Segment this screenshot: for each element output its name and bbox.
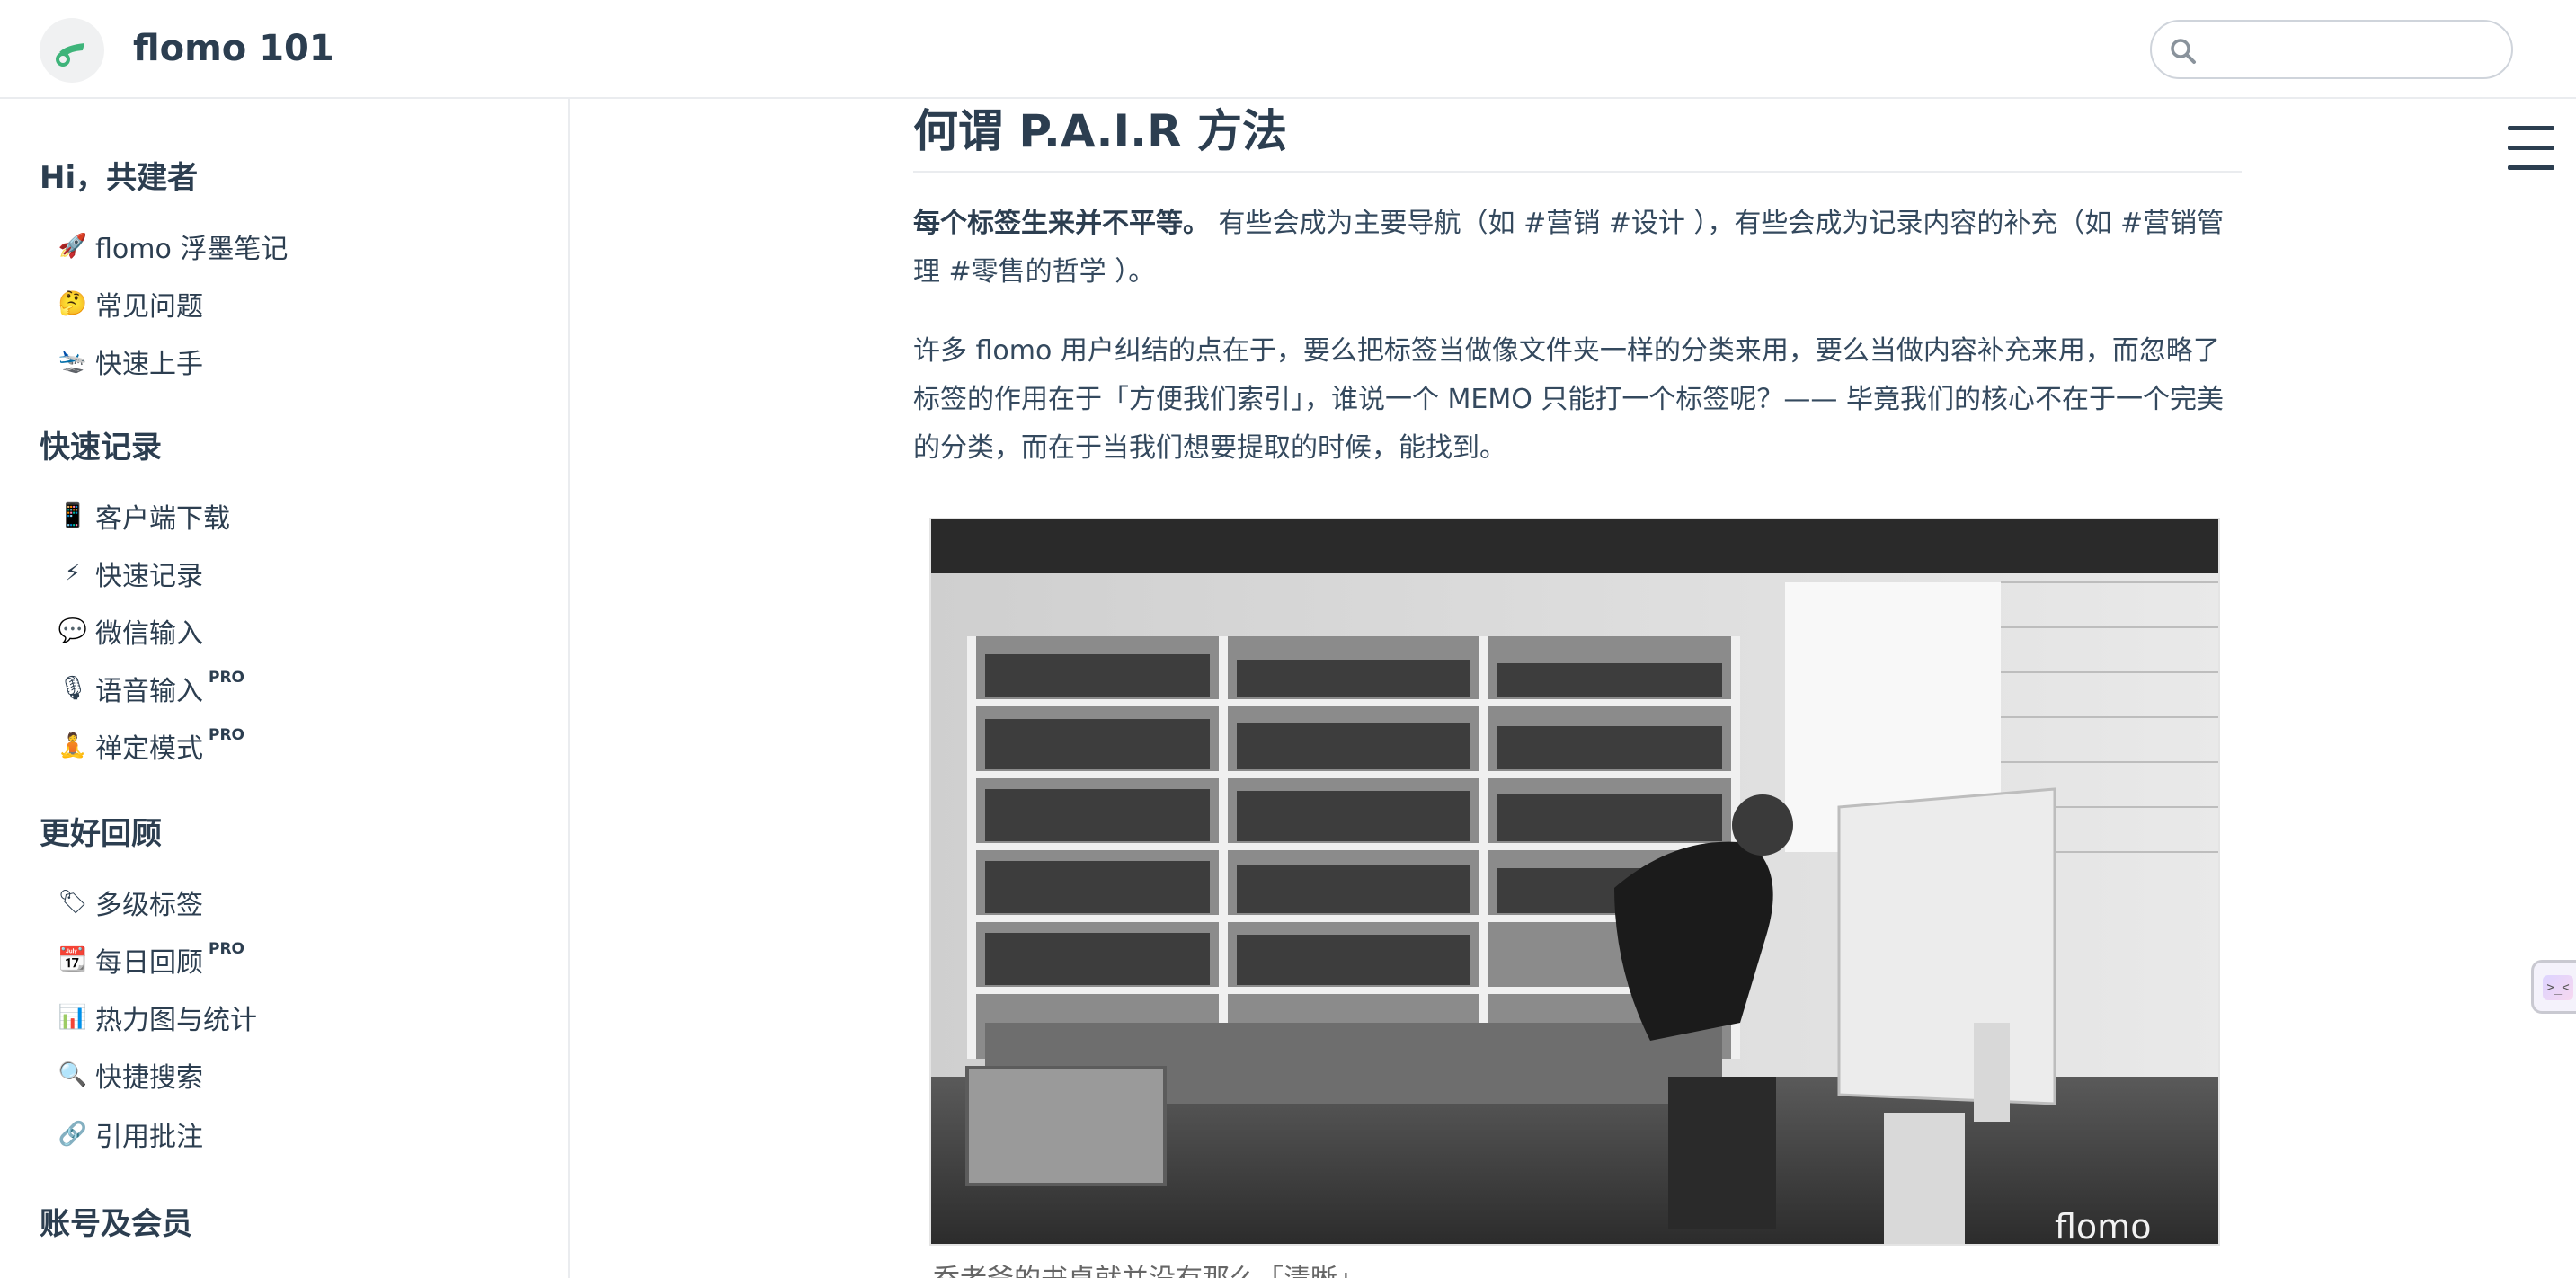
- sidebar-item-quick-search[interactable]: 🔍 快捷搜索: [58, 1053, 203, 1096]
- pro-badge: PRO: [209, 726, 245, 744]
- sidebar-item-label: 语音输入: [95, 676, 203, 707]
- sidebar-item-reference-annotation[interactable]: 🔗 引用批注: [58, 1113, 203, 1156]
- floating-helper-widget[interactable]: >_<: [2531, 960, 2576, 1014]
- lightning-icon: ⚡: [64, 560, 82, 587]
- sidebar-item-label: 多级标签: [95, 890, 203, 921]
- article-paragraph: 许多 flomo 用户纠结的点在于，要么把标签当做像文件夹一样的分类来用，要么当…: [913, 335, 2224, 464]
- office-desk-photo: flomo: [931, 519, 2218, 1246]
- sidebar-item-label: 客户端下载: [95, 503, 230, 535]
- airplane-arrival-icon: 🛬: [58, 348, 88, 375]
- tag-label-icon: 🏷: [58, 889, 88, 916]
- link-icon: 🔗: [58, 1121, 88, 1148]
- hamburger-menu-icon[interactable]: [2508, 126, 2554, 171]
- sidebar-item-label: 微信输入: [95, 618, 203, 650]
- calendar-icon: 📆: [58, 946, 88, 973]
- bar-chart-icon: 📊: [58, 1004, 88, 1031]
- logo-mark: [56, 43, 84, 67]
- top-navbar: flomo 101: [0, 0, 2576, 99]
- site-title[interactable]: flomo 101: [133, 23, 334, 74]
- sidebar-item-label: 引用批注: [95, 1122, 203, 1153]
- sidebar-item-label: 热力图与统计: [95, 1005, 257, 1036]
- menu-line: [2508, 165, 2554, 170]
- sidebar-item-quick-record[interactable]: ⚡ 快速记录: [58, 552, 203, 595]
- sidebar-item-label: 每日回顾: [95, 947, 203, 979]
- search-input[interactable]: [2209, 29, 2497, 72]
- sidebar-item-flomo-notes[interactable]: 🚀 flomo 浮墨笔记: [58, 225, 289, 268]
- sidebar-item-zen-mode[interactable]: 🧘 禅定模式 PRO: [58, 724, 244, 768]
- sidebar-item-label: 禅定模式: [95, 733, 203, 765]
- sidebar-item-multilevel-tags[interactable]: 🏷 多级标签: [58, 881, 203, 924]
- flomo-logo-icon[interactable]: [40, 18, 104, 83]
- main-content: 何谓 P.A.I.R 方法 每个标签生来并不平等。 有些会成为主要导航（如 #营…: [572, 99, 2576, 1278]
- menu-line: [2508, 146, 2554, 150]
- article-paragraph: 每个标签生来并不平等。 有些会成为主要导航（如 #营销 #设计 ），有些会成为记…: [913, 200, 2245, 297]
- sidebar-item-label: 常见问题: [95, 291, 203, 323]
- mobile-phone-icon: 📱: [58, 502, 88, 529]
- thinking-face-icon: 🤔: [58, 290, 88, 317]
- sidebar-item-label: 快速上手: [95, 349, 203, 380]
- helper-face-icon: >_<: [2543, 975, 2573, 1000]
- search-icon: [2171, 39, 2196, 64]
- sidebar-item-quick-start[interactable]: 🛬 快速上手: [58, 340, 203, 383]
- speech-bubble-icon: 💬: [58, 617, 88, 644]
- pro-badge: PRO: [209, 940, 245, 958]
- sidebar-item-label: 快速记录: [95, 561, 203, 592]
- sidebar-group-title[interactable]: 账号及会员: [40, 1204, 192, 1244]
- page-title: 何谓 P.A.I.R 方法: [913, 102, 2242, 173]
- article-photo: flomo: [929, 518, 2220, 1246]
- sidebar-item-client-download[interactable]: 📱 客户端下载: [58, 494, 230, 537]
- search-box[interactable]: [2150, 20, 2513, 79]
- sidebar: Hi，共建者 🚀 flomo 浮墨笔记 🤔 常见问题 🛬 快速上手 快速记录 📱…: [0, 99, 570, 1278]
- sidebar-group-title[interactable]: 快速记录: [40, 428, 162, 467]
- sidebar-item-daily-review[interactable]: 📆 每日回顾 PRO: [58, 938, 244, 981]
- sidebar-item-wechat-input[interactable]: 💬 微信输入: [58, 609, 203, 652]
- sidebar-group-title[interactable]: 更好回顾: [40, 814, 162, 854]
- sidebar-item-label: 快捷搜索: [95, 1062, 203, 1094]
- rocket-icon: 🚀: [58, 233, 88, 260]
- magnifier-icon: 🔍: [58, 1061, 88, 1088]
- paragraph-emphasis: 每个标签生来并不平等。: [913, 208, 1210, 239]
- microphone-icon: 🎙: [58, 675, 88, 702]
- sidebar-item-faq[interactable]: 🤔 常见问题: [58, 282, 203, 325]
- meditation-icon: 🧘: [58, 732, 88, 759]
- sidebar-item-heatmap-stats[interactable]: 📊 热力图与统计: [58, 996, 257, 1039]
- menu-line: [2508, 126, 2554, 130]
- sidebar-group-title[interactable]: Hi，共建者: [40, 158, 198, 198]
- pro-badge: PRO: [209, 669, 245, 687]
- image-caption: 乔老爷的书桌就并没有那么「清晰」: [933, 1256, 1364, 1278]
- image-watermark: flomo: [2055, 1207, 2151, 1246]
- sidebar-item-label: flomo 浮墨笔记: [95, 234, 289, 265]
- sidebar-item-voice-input[interactable]: 🎙 语音输入 PRO: [58, 667, 244, 710]
